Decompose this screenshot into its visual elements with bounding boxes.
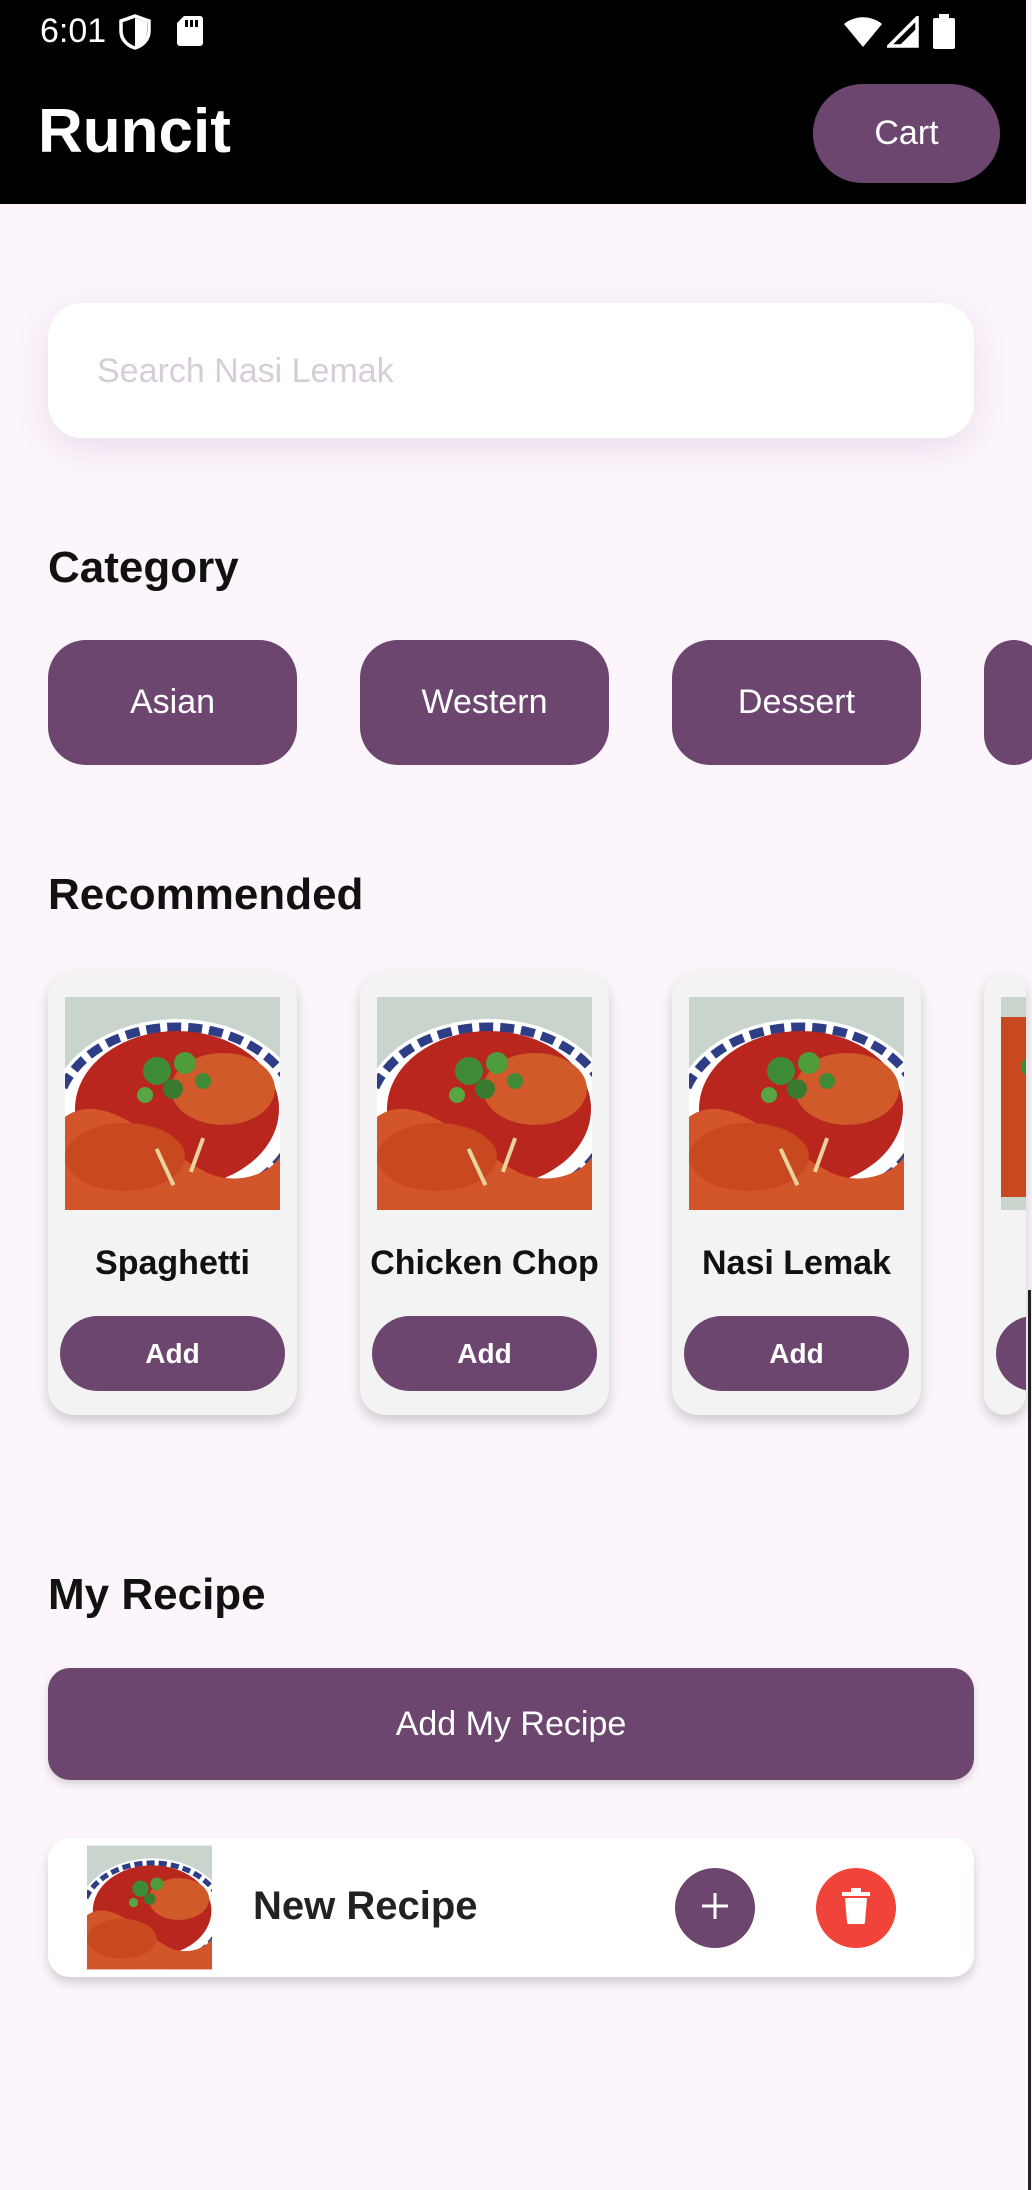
sd-card-icon — [176, 14, 204, 53]
my-recipe-title: My Recipe — [48, 1570, 266, 1619]
category-chip-asian[interactable]: Asian — [48, 640, 297, 765]
signal-icon — [884, 13, 919, 53]
trash-icon — [841, 1887, 871, 1929]
cart-button[interactable]: Cart — [813, 84, 1000, 183]
recipe-card: Spaghetti Add — [48, 972, 297, 1415]
battery-icon — [932, 14, 956, 55]
status-bar: 6:01 — [0, 0, 1026, 66]
food-image — [65, 997, 280, 1210]
wifi-icon — [843, 16, 883, 53]
app-title: Runcit — [38, 97, 231, 166]
recipe-card-name: Nasi Lemak — [702, 1244, 891, 1282]
recipe-card: Nasi Lemak Add — [672, 972, 921, 1415]
food-image — [1001, 997, 1026, 1210]
plus-icon — [699, 1890, 731, 1927]
add-button[interactable]: Add — [684, 1316, 909, 1391]
add-my-recipe-button[interactable]: Add My Recipe — [48, 1668, 974, 1780]
window-edge — [1026, 0, 1032, 2190]
add-to-cart-button[interactable] — [675, 1868, 755, 1948]
category-chip-dessert[interactable]: Dessert — [672, 640, 921, 765]
recipe-card: Chicken Chop Add — [360, 972, 609, 1415]
recipe-name: New Recipe — [253, 1884, 478, 1928]
category-title: Category — [48, 543, 239, 592]
search-input[interactable] — [95, 303, 939, 440]
add-button[interactable]: Add — [60, 1316, 285, 1391]
food-image — [689, 997, 904, 1210]
status-time: 6:01 — [40, 12, 107, 50]
recipe-card-partial — [984, 972, 1026, 1415]
recommended-title: Recommended — [48, 870, 364, 919]
category-chip-more[interactable] — [984, 640, 1032, 765]
recipe-thumbnail — [87, 1845, 212, 1970]
food-image — [377, 997, 592, 1210]
recipe-card-name: Chicken Chop — [370, 1244, 599, 1282]
recipe-card-name: Spaghetti — [95, 1244, 250, 1282]
shield-icon — [118, 14, 152, 55]
app-bar: Runcit Cart — [0, 66, 1026, 204]
add-button[interactable]: Add — [372, 1316, 597, 1391]
category-chip-western[interactable]: Western — [360, 640, 609, 765]
add-button[interactable] — [996, 1316, 1026, 1391]
search-box — [48, 303, 974, 440]
delete-recipe-button[interactable] — [816, 1868, 896, 1948]
my-recipe-item[interactable]: New Recipe — [48, 1838, 974, 1977]
